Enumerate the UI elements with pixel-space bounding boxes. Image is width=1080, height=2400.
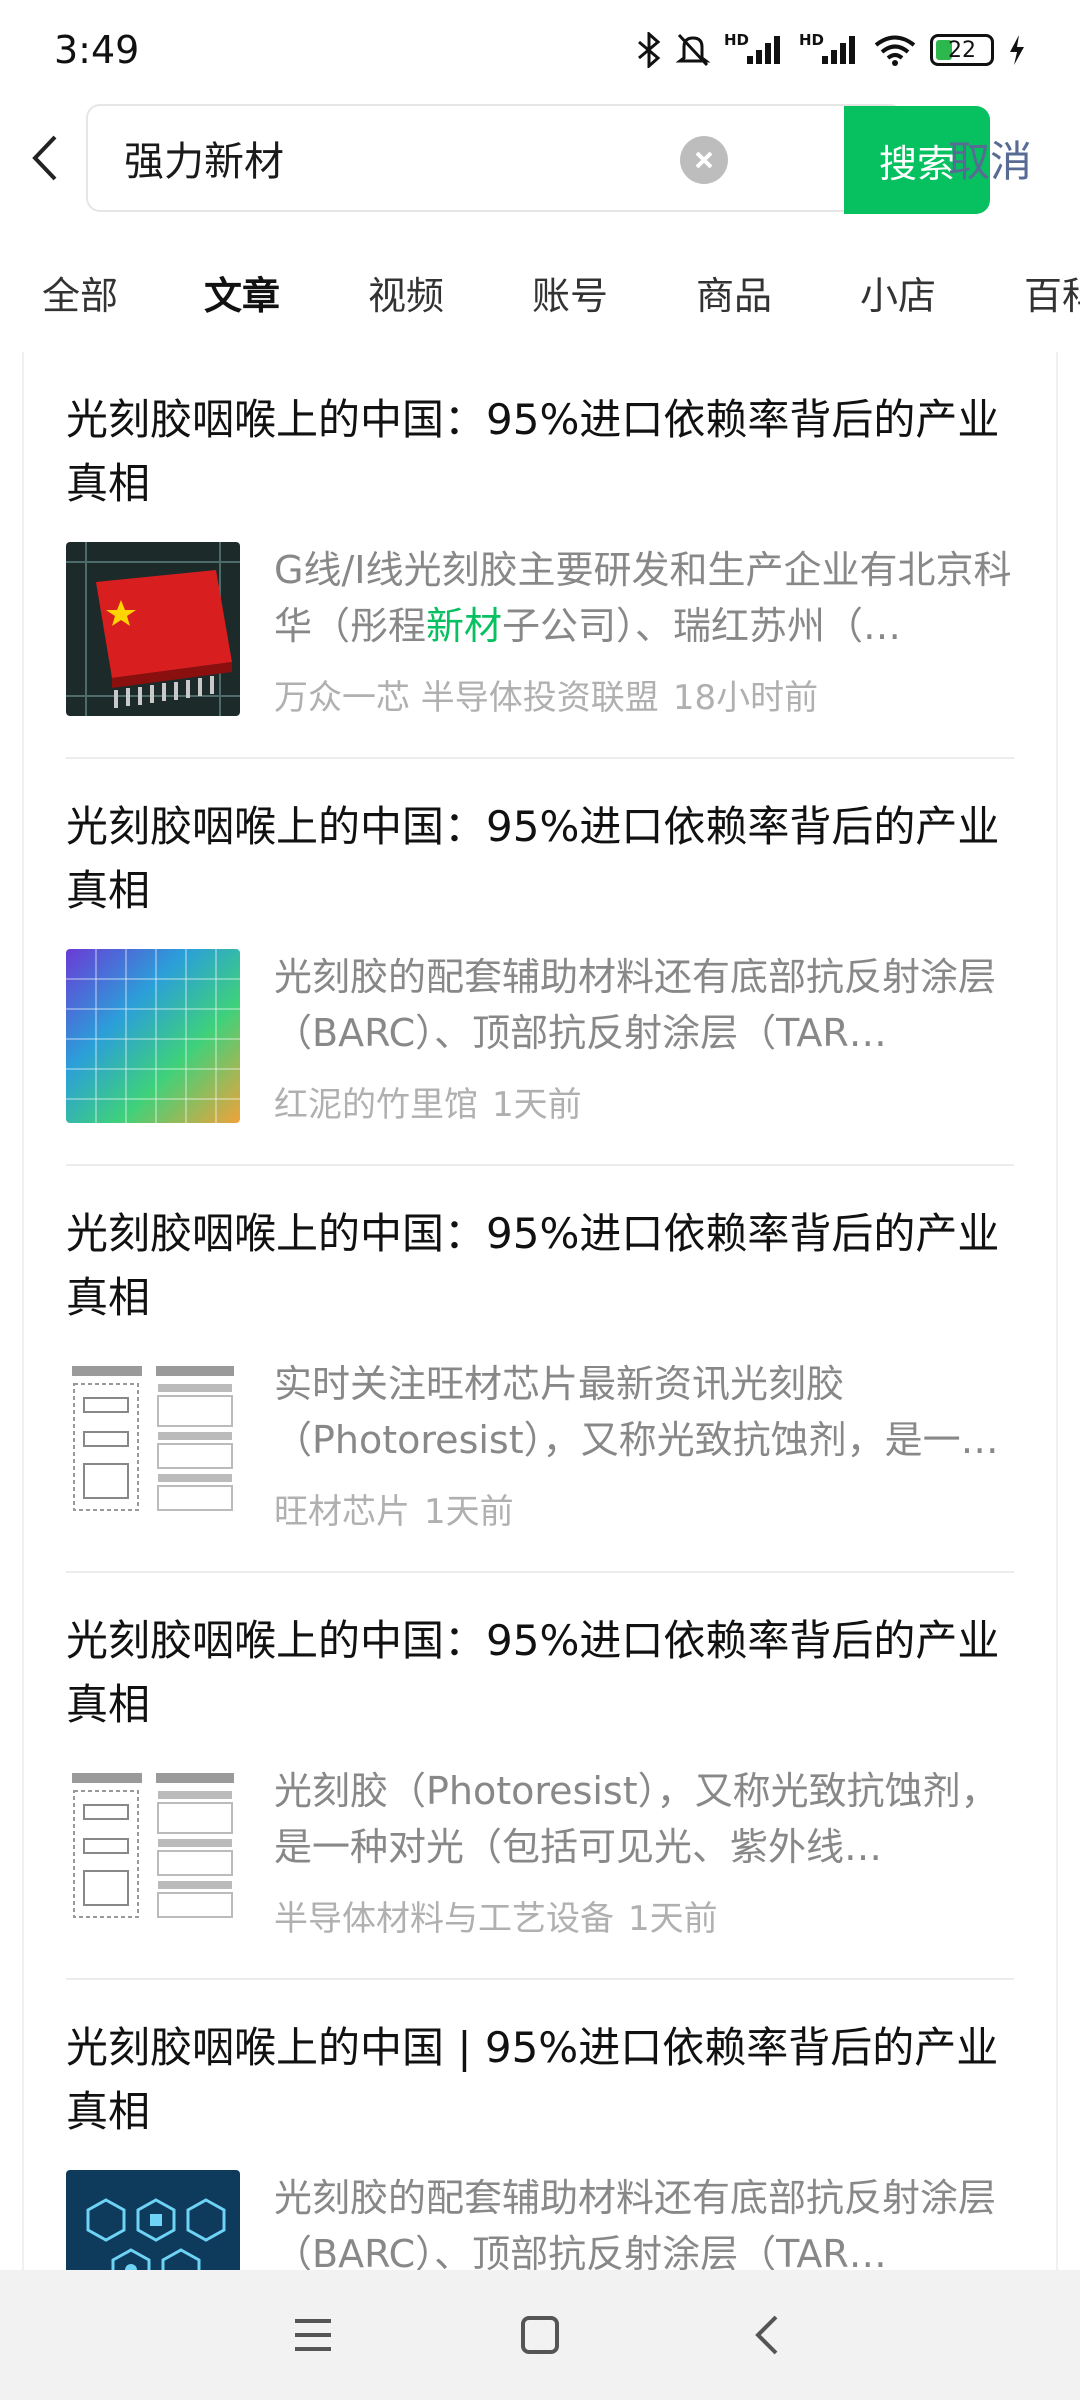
article-source[interactable]: 万众一芯 半导体投资联盟	[274, 678, 659, 718]
charging-icon	[1008, 34, 1026, 66]
article-snippet: 光刻胶的配套辅助材料还有底部抗反射涂层（BARC）、顶部抗反射涂层（TAR…	[274, 955, 997, 1055]
tab-articles[interactable]: 文章	[160, 265, 324, 320]
tab-all[interactable]: 全部	[0, 265, 160, 320]
status-time: 3:49	[54, 28, 140, 72]
article-title[interactable]: 光刻胶咽喉上的中国：95%进口依赖率背后的产业真相	[66, 795, 1014, 923]
article-meta: 万众一芯 半导体投资联盟 18小时前	[274, 670, 1014, 719]
bluetooth-icon	[636, 32, 662, 68]
article-item[interactable]: 光刻胶咽喉上的中国：95%进口依赖率背后的产业真相	[66, 1166, 1014, 1573]
article-meta: 旺材芯片 1天前	[274, 1484, 1014, 1533]
snippet-highlight: 新材	[426, 604, 503, 648]
back-arrow-icon	[754, 2315, 778, 2355]
wifi-icon	[874, 34, 916, 66]
article-source[interactable]: 旺材芯片	[274, 1492, 410, 1532]
article-item[interactable]: 光刻胶咽喉上的中国：95%进口依赖率背后的产业真相	[66, 759, 1014, 1166]
article-source[interactable]: 红泥的竹里馆	[274, 1085, 478, 1125]
search-input[interactable]	[124, 135, 684, 181]
diagram-thumbnail	[66, 1356, 240, 1530]
status-icons: HD HD 22	[636, 31, 1026, 68]
article-meta: 红泥的竹里馆 1天前	[274, 1077, 1014, 1126]
close-icon	[695, 151, 713, 169]
article-title[interactable]: 光刻胶咽喉上的中国：95%进口依赖率背后的产业真相	[66, 1202, 1014, 1330]
tech-icons-thumbnail	[66, 2170, 240, 2270]
article-title[interactable]: 光刻胶咽喉上的中国：95%进口依赖率背后的产业真相	[66, 388, 1014, 516]
system-back-button[interactable]	[727, 2295, 807, 2375]
tab-encyclopedia[interactable]: 百科	[980, 265, 1080, 320]
article-item[interactable]: 光刻胶咽喉上的中国 | 95%进口依赖率背后的产业真相 光刻胶的配套辅助材料还有…	[66, 1980, 1014, 2270]
results-list: 光刻胶咽喉上的中国：95%进口依赖率背后的产业真相 G线/I线光刻胶主要研发和生…	[22, 352, 1058, 2270]
chip-flag-thumbnail	[66, 542, 240, 716]
cancel-button[interactable]: 取消	[948, 104, 1032, 212]
article-meta: 半导体材料与工艺设备 1天前	[274, 1891, 1014, 1940]
home-square-icon	[520, 2316, 559, 2354]
snippet-text-after: 子公司）、瑞红苏州（…	[502, 604, 902, 648]
article-item[interactable]: 光刻胶咽喉上的中国：95%进口依赖率背后的产业真相	[66, 352, 1014, 759]
menu-button[interactable]	[273, 2295, 353, 2375]
tab-videos[interactable]: 视频	[324, 265, 488, 320]
search-row: 搜索 取消	[0, 104, 1080, 214]
diagram-thumbnail	[66, 1763, 240, 1937]
status-bar: 3:49 HD HD 22	[0, 0, 1080, 100]
signal-hd-icon-2: HD	[799, 31, 860, 66]
home-button[interactable]	[500, 2295, 580, 2375]
article-item[interactable]: 光刻胶咽喉上的中国：95%进口依赖率背后的产业真相	[66, 1573, 1014, 1980]
back-button[interactable]	[0, 104, 88, 212]
article-time: 1天前	[424, 1492, 514, 1532]
article-snippet: G线/I线光刻胶主要研发和生产企业有北京科华（彤程新材子公司）、瑞红苏州（…	[274, 542, 1014, 654]
battery-level: 22	[948, 37, 976, 63]
tab-accounts[interactable]: 账号	[488, 265, 652, 320]
article-snippet: 实时关注旺材芯片最新资讯光刻胶（Photoresist），又称光致抗蚀剂，是一种…	[274, 1362, 999, 1462]
article-title[interactable]: 光刻胶咽喉上的中国：95%进口依赖率背后的产业真相	[66, 1609, 1014, 1737]
tab-products[interactable]: 商品	[652, 265, 816, 320]
clear-search-button[interactable]	[680, 136, 728, 184]
mute-bell-icon	[675, 32, 710, 68]
search-box[interactable]: 搜索	[86, 104, 990, 214]
article-snippet: 光刻胶的配套辅助材料还有底部抗反射涂层（BARC）、顶部抗反射涂层（TAR…	[274, 2176, 997, 2270]
article-time: 1天前	[492, 1085, 582, 1125]
menu-icon	[295, 2319, 332, 2351]
tab-shops[interactable]: 小店	[816, 265, 980, 320]
article-title[interactable]: 光刻胶咽喉上的中国 | 95%进口依赖率背后的产业真相	[66, 2016, 1014, 2144]
article-time: 1天前	[628, 1899, 718, 1939]
battery-indicator: 22	[930, 34, 994, 66]
filter-tabs: 全部 文章 视频 账号 商品 小店 百科	[0, 232, 1080, 352]
signal-hd-icon: HD	[724, 31, 785, 66]
system-nav-bar	[0, 2270, 1080, 2400]
article-time: 18小时前	[672, 678, 819, 718]
wafer-thumbnail	[66, 949, 240, 1123]
article-snippet: 光刻胶（Photoresist），又称光致抗蚀剂，是一种对光（包括可见光、紫外线…	[274, 1769, 999, 1869]
chevron-left-icon	[32, 135, 57, 181]
article-source[interactable]: 半导体材料与工艺设备	[274, 1899, 614, 1939]
